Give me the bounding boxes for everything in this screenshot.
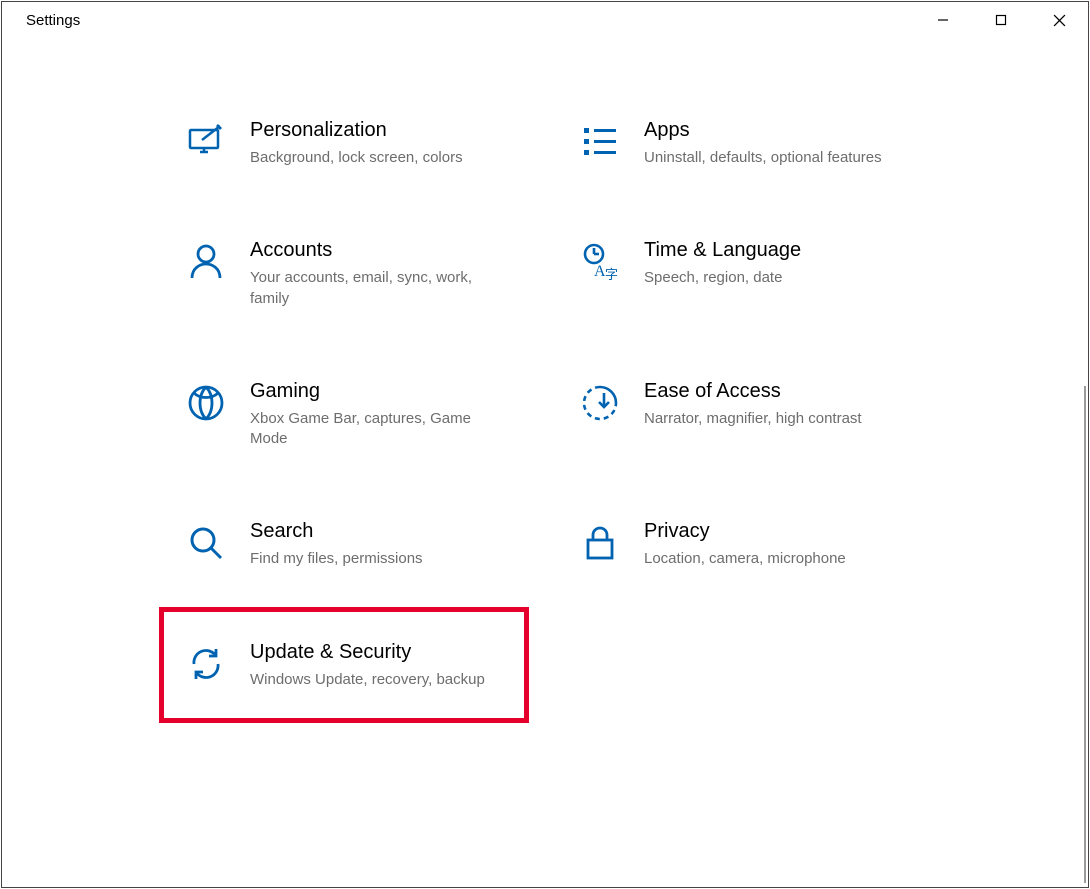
tile-desc: Windows Update, recovery, backup [250, 670, 485, 690]
privacy-icon [576, 519, 624, 567]
apps-icon [576, 118, 624, 166]
tile-gaming[interactable]: Gaming Xbox Game Bar, captures, Game Mod… [182, 379, 552, 450]
update-security-icon [182, 640, 230, 688]
minimize-button[interactable] [914, 2, 972, 38]
window-controls [914, 2, 1088, 38]
tile-title: Personalization [250, 118, 463, 142]
svg-text:字: 字 [605, 267, 618, 282]
tile-title: Accounts [250, 238, 510, 262]
close-button[interactable] [1030, 2, 1088, 38]
tile-desc: Xbox Game Bar, captures, Game Mode [250, 409, 510, 450]
tile-desc: Speech, region, date [644, 268, 801, 288]
tile-desc: Narrator, magnifier, high contrast [644, 409, 862, 429]
tile-title: Gaming [250, 379, 510, 403]
time-language-icon: A 字 [576, 238, 624, 286]
tile-time-language[interactable]: A 字 Time & Language Speech, region, date [576, 238, 946, 288]
tile-desc: Uninstall, defaults, optional features [644, 148, 882, 168]
tile-desc: Find my files, permissions [250, 549, 423, 569]
tile-desc: Your accounts, email, sync, work, family [250, 268, 510, 309]
tile-apps[interactable]: Apps Uninstall, defaults, optional featu… [576, 118, 946, 168]
tile-title: Apps [644, 118, 882, 142]
accounts-icon [182, 238, 230, 286]
tile-privacy[interactable]: Privacy Location, camera, microphone [576, 519, 946, 569]
tile-search[interactable]: Search Find my files, permissions [182, 519, 552, 569]
tile-update-security[interactable]: Update & Security Windows Update, recove… [159, 607, 529, 723]
tile-title: Ease of Access [644, 379, 862, 403]
tile-title: Privacy [644, 519, 846, 543]
settings-window: Settings [1, 1, 1089, 888]
tile-title: Time & Language [644, 238, 801, 262]
tile-title: Update & Security [250, 640, 485, 664]
gaming-icon [182, 379, 230, 427]
tile-title: Search [250, 519, 423, 543]
settings-content: Personalization Background, lock screen,… [2, 38, 1088, 887]
window-title: Settings [26, 12, 80, 29]
tile-accounts[interactable]: Accounts Your accounts, email, sync, wor… [182, 238, 552, 309]
maximize-button[interactable] [972, 2, 1030, 38]
tile-personalization[interactable]: Personalization Background, lock screen,… [182, 118, 552, 168]
tile-ease-of-access[interactable]: Ease of Access Narrator, magnifier, high… [576, 379, 946, 429]
search-icon [182, 519, 230, 567]
personalization-icon [182, 118, 230, 166]
tile-desc: Background, lock screen, colors [250, 148, 463, 168]
settings-grid: Personalization Background, lock screen,… [182, 118, 1088, 690]
title-bar: Settings [2, 2, 1088, 38]
ease-of-access-icon [576, 379, 624, 427]
vertical-scrollbar[interactable] [1084, 386, 1086, 883]
tile-desc: Location, camera, microphone [644, 549, 846, 569]
